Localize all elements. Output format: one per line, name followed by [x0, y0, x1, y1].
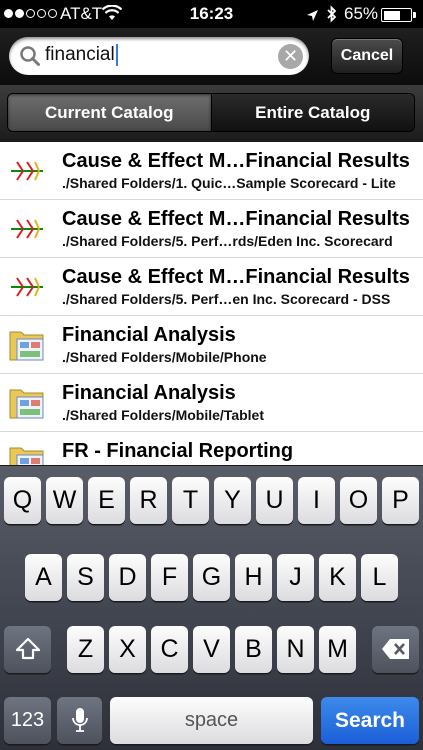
key-q[interactable]: Q — [4, 477, 41, 524]
key-m[interactable]: M — [319, 626, 356, 673]
key-c[interactable]: C — [151, 626, 188, 673]
catalog-scope-bar: Current Catalog Entire Catalog — [0, 85, 423, 142]
backspace-icon — [381, 639, 409, 659]
result-row[interactable]: Cause & Effect M…Financial Results ./Sha… — [0, 258, 423, 316]
key-n[interactable]: N — [277, 626, 314, 673]
key-f[interactable]: F — [151, 554, 188, 601]
backspace-key[interactable] — [372, 626, 419, 673]
cause-effect-diagram-icon — [9, 270, 45, 304]
key-p[interactable]: P — [382, 477, 419, 524]
segment-current-catalog[interactable]: Current Catalog — [8, 94, 211, 131]
clear-search-icon[interactable]: ✕ — [278, 44, 303, 69]
result-path: ./Shared Folders/5. Perf…en Inc. Scoreca… — [62, 291, 391, 307]
key-o[interactable]: O — [340, 477, 377, 524]
battery-fill — [383, 10, 401, 20]
result-row[interactable]: Cause & Effect M…Financial Results ./Sha… — [0, 200, 423, 258]
result-row[interactable]: Financial Analysis ./Shared Folders/Mobi… — [0, 316, 423, 374]
key-l[interactable]: L — [361, 554, 398, 601]
text-cursor — [115, 44, 118, 66]
search-query-text: financial — [45, 44, 118, 66]
key-r[interactable]: R — [130, 477, 167, 524]
search-bar: financial ✕ Cancel — [0, 28, 423, 85]
dictation-key[interactable] — [57, 697, 102, 744]
key-u[interactable]: U — [256, 477, 293, 524]
key-x[interactable]: X — [109, 626, 146, 673]
bluetooth-icon — [326, 5, 337, 28]
result-path: ./Shared Folders/5. Perf…rds/Eden Inc. S… — [62, 233, 393, 249]
search-results-list: Cause & Effect M…Financial Results ./Sha… — [0, 142, 423, 467]
cause-effect-diagram-icon — [9, 154, 45, 188]
shift-arrow-icon — [15, 637, 40, 660]
result-row[interactable]: Cause & Effect M…Financial Results ./Sha… — [0, 142, 423, 200]
location-arrow-icon — [306, 7, 319, 27]
key-e[interactable]: E — [88, 477, 125, 524]
result-path: ./Shared Folders/Mobile/Phone — [62, 349, 267, 365]
key-g[interactable]: G — [193, 554, 230, 601]
space-key[interactable]: space — [110, 697, 313, 744]
segment-entire-catalog[interactable]: Entire Catalog — [210, 94, 414, 131]
catalog-scope-segmented-control: Current Catalog Entire Catalog — [7, 93, 415, 132]
key-w[interactable]: W — [46, 477, 83, 524]
key-d[interactable]: D — [109, 554, 146, 601]
key-z[interactable]: Z — [67, 626, 104, 673]
result-title: FR - Financial Reporting — [62, 440, 294, 462]
key-j[interactable]: J — [277, 554, 314, 601]
result-title: Financial Analysis — [62, 324, 236, 346]
search-icon — [19, 45, 41, 72]
result-title: Cause & Effect M…Financial Results — [62, 266, 410, 288]
key-b[interactable]: B — [235, 626, 272, 673]
dashboard-folder-icon — [9, 444, 45, 467]
search-input[interactable]: financial ✕ — [9, 37, 309, 75]
status-bar: AT&T 16:23 65% — [0, 0, 423, 28]
key-v[interactable]: V — [193, 626, 230, 673]
microphone-icon — [71, 708, 88, 732]
key-i[interactable]: I — [298, 477, 335, 524]
key-s[interactable]: S — [67, 554, 104, 601]
dashboard-folder-icon — [9, 328, 45, 362]
shift-key[interactable] — [4, 626, 51, 673]
numbers-key[interactable]: 123 — [4, 697, 51, 744]
key-y[interactable]: Y — [214, 477, 251, 524]
result-title: Cause & Effect M…Financial Results — [62, 150, 410, 172]
battery-percent: 65% — [344, 4, 379, 23]
result-path: ./Shared Folders/1. Quic…Sample Scorecar… — [62, 175, 396, 191]
key-h[interactable]: H — [235, 554, 272, 601]
cause-effect-diagram-icon — [9, 212, 45, 246]
key-a[interactable]: A — [25, 554, 62, 601]
result-row[interactable]: FR - Financial Reporting — [0, 432, 423, 467]
dashboard-folder-icon — [9, 386, 45, 420]
battery-icon — [381, 8, 416, 22]
key-t[interactable]: T — [172, 477, 209, 524]
result-row[interactable]: Financial Analysis ./Shared Folders/Mobi… — [0, 374, 423, 432]
cancel-button[interactable]: Cancel — [331, 38, 403, 74]
result-path: ./Shared Folders/Mobile/Tablet — [62, 407, 264, 423]
search-key[interactable]: Search — [321, 697, 419, 744]
key-k[interactable]: K — [319, 554, 356, 601]
result-title: Cause & Effect M…Financial Results — [62, 208, 410, 230]
result-title: Financial Analysis — [62, 382, 236, 404]
keyboard: Q W E R T Y U I O P A S D F G H J K L Z … — [0, 465, 423, 750]
